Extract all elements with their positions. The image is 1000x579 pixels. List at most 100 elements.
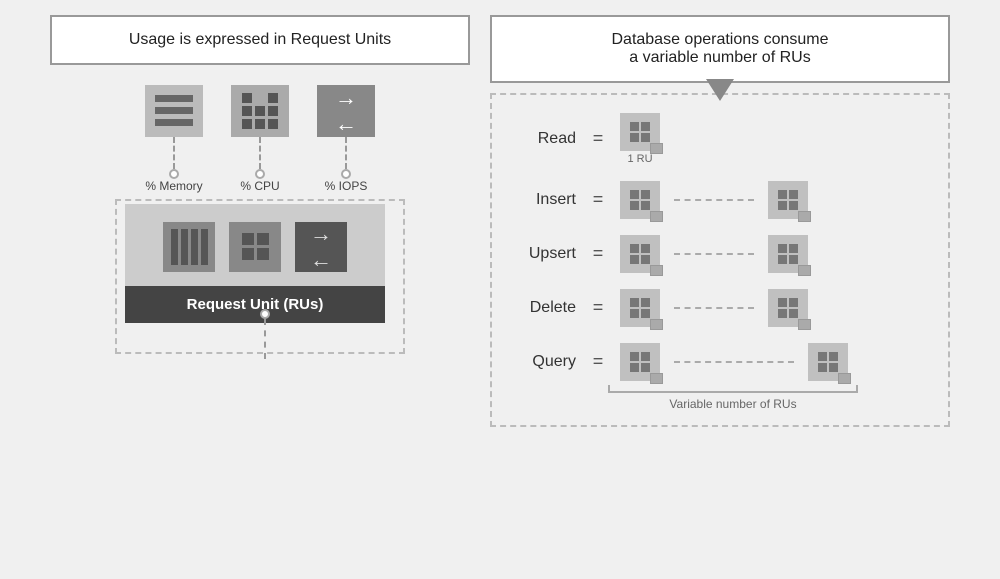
- cpu-cell: [268, 106, 278, 116]
- arrow-right-icon: →: [335, 87, 357, 109]
- read-op-row: Read = 1 RU: [516, 113, 924, 165]
- mini-sq: [641, 255, 650, 264]
- upsert-ru-icon-2: [768, 235, 808, 273]
- sq-cell: [257, 248, 269, 260]
- ru-arrow-right: →: [310, 223, 332, 245]
- mini-corner: [798, 211, 811, 222]
- mini-sq: [789, 309, 798, 318]
- insert-dashes: [674, 199, 754, 201]
- read-ru-label: 1 RU: [627, 153, 652, 165]
- mini-sq: [641, 190, 650, 199]
- mini-sq: [630, 298, 639, 307]
- right-content: Read = 1 RU: [490, 93, 950, 427]
- upsert-ru-icon-1: [620, 235, 660, 273]
- variable-label-wrapper: Variable number of RUs: [516, 395, 858, 413]
- mini-corner: [798, 319, 811, 330]
- cpu-cell: [255, 106, 265, 116]
- left-header-text: Usage is expressed in Request Units: [129, 31, 391, 48]
- ru-arrow-left: ←: [310, 249, 332, 271]
- memory-circle: [169, 169, 179, 179]
- vert-lines-icon: [167, 225, 212, 269]
- resource-icons-row: → ←: [145, 85, 375, 137]
- iops-icon: → ←: [317, 85, 375, 137]
- memory-resource-item: [145, 85, 203, 137]
- mini-sq: [630, 363, 639, 372]
- mini-sq: [630, 133, 639, 142]
- left-header: Usage is expressed in Request Units: [50, 15, 470, 65]
- memory-label: % Memory: [145, 179, 203, 193]
- mini-sq: [630, 309, 639, 318]
- delete-ru-icon-2: [768, 289, 808, 327]
- resource-labels-row: % Memory % CPU % IOPS: [145, 179, 375, 193]
- cpu-resource-item: [231, 85, 289, 137]
- read-ru-icon: [620, 113, 660, 151]
- right-panel: Database operations consume a variable n…: [490, 15, 950, 427]
- cpu-cell: [242, 119, 252, 129]
- read-ru-inner: [630, 122, 650, 142]
- query-bracket-area: [516, 385, 924, 393]
- cpu-circle: [255, 169, 265, 179]
- mini-sq: [778, 298, 787, 307]
- mini-sq: [789, 201, 798, 210]
- read-equals: =: [590, 128, 606, 149]
- query-dashes: [674, 361, 794, 363]
- mini-sq: [641, 363, 650, 372]
- mini-sq: [789, 255, 798, 264]
- insert-ru-inner-2: [778, 190, 798, 210]
- query-ru-icon-1: [620, 343, 660, 381]
- ru-cpu-icon: [229, 222, 281, 272]
- cpu-cell: [242, 93, 252, 103]
- sq-cell: [242, 233, 254, 245]
- iops-circle: [341, 169, 351, 179]
- memory-connector: [145, 137, 203, 179]
- mini-sq: [829, 352, 838, 361]
- ru-pointer: [706, 79, 734, 101]
- insert-equals: =: [590, 189, 606, 210]
- cpu-cell: [255, 119, 265, 129]
- delete-equals: =: [590, 297, 606, 318]
- cpu-icon: [231, 85, 289, 137]
- left-content: → ←: [50, 75, 470, 369]
- ru-label-text: Request Unit (RUs): [187, 296, 324, 313]
- memory-icon: [145, 85, 203, 137]
- iops-resource-item: → ←: [317, 85, 375, 137]
- mini-sq: [641, 122, 650, 131]
- mini-sq: [641, 244, 650, 253]
- memory-line-2: [155, 107, 193, 114]
- right-header-line1: Database operations consume: [520, 31, 920, 49]
- cpu-label: % CPU: [231, 179, 289, 193]
- mini-corner: [650, 211, 663, 222]
- query-ru-inner-2: [818, 352, 838, 372]
- upsert-equals: =: [590, 243, 606, 264]
- query-ru-inner: [630, 352, 650, 372]
- mini-sq: [641, 352, 650, 361]
- arrow-left-icon: ←: [335, 113, 357, 135]
- vert-line: [181, 229, 188, 265]
- main-container: Usage is expressed in Request Units: [20, 15, 980, 565]
- vert-line: [201, 229, 208, 265]
- mini-sq: [630, 244, 639, 253]
- mini-sq: [778, 190, 787, 199]
- mini-corner: [798, 265, 811, 276]
- delete-label: Delete: [516, 299, 576, 317]
- iops-label: % IOPS: [317, 179, 375, 193]
- ru-iops-arrows: → ←: [310, 223, 332, 271]
- memory-dashed-line: [173, 137, 175, 169]
- mini-sq: [630, 201, 639, 210]
- mini-sq: [630, 352, 639, 361]
- iops-arrows-icon: → ←: [335, 87, 357, 135]
- mini-sq: [829, 363, 838, 372]
- mini-sq: [818, 363, 827, 372]
- cpu-cell: [268, 93, 278, 103]
- right-header-line2: a variable number of RUs: [520, 49, 920, 67]
- mini-sq: [778, 309, 787, 318]
- insert-ru-icon-2: [768, 181, 808, 219]
- query-label: Query: [516, 353, 576, 371]
- bottom-circle: [260, 309, 270, 319]
- bottom-connector: [260, 309, 270, 359]
- iops-connector: [317, 137, 375, 179]
- cpu-dashed-line: [259, 137, 261, 169]
- upsert-op-row: Upsert =: [516, 235, 924, 273]
- mini-sq: [641, 133, 650, 142]
- four-sq-icon: [242, 233, 269, 260]
